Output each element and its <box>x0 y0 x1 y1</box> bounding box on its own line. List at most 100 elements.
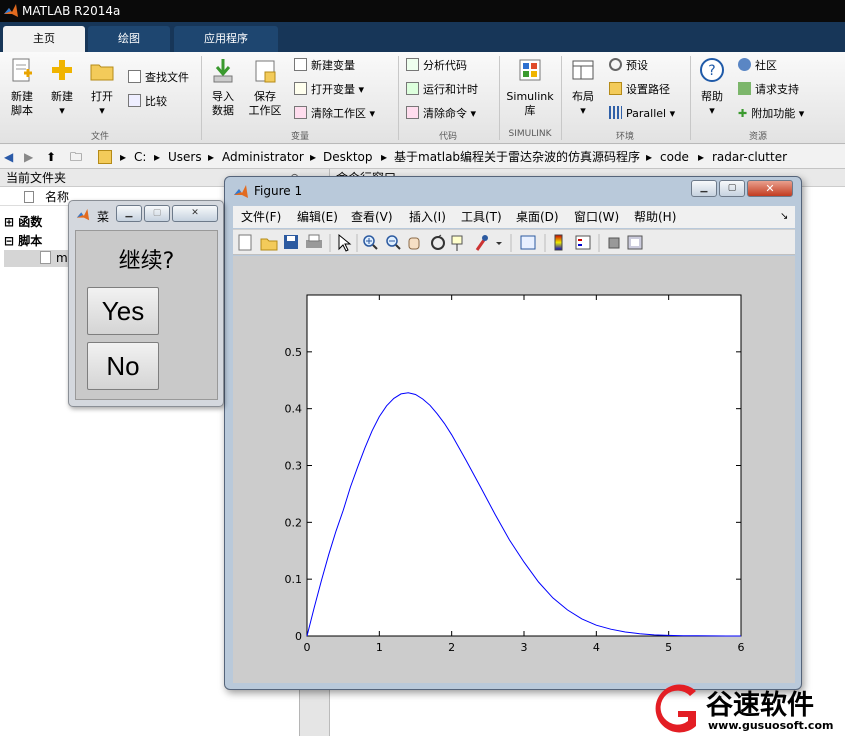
legend-icon[interactable] <box>575 235 591 250</box>
request-support-button[interactable]: 请求支持 <box>738 82 799 98</box>
zoom-out-icon[interactable] <box>386 235 401 250</box>
colorbar-icon[interactable] <box>554 234 563 251</box>
link-plot-icon[interactable] <box>520 235 536 250</box>
figure-menu-bar: 文件(F) 编辑(E) 查看(V) 插入(I) 工具(T) 桌面(D) 窗口(W… <box>233 206 795 228</box>
hide-plot-tools-icon[interactable] <box>608 237 620 249</box>
back-arrow-icon[interactable]: ◀ <box>4 145 13 169</box>
y-tick-label: 0.2 <box>285 516 303 529</box>
find-files-button[interactable]: 查找文件 <box>128 70 189 86</box>
request-support-label: 请求支持 <box>755 83 799 96</box>
plus-icon <box>52 60 72 80</box>
dialog-minimize-button[interactable]: ▁ <box>116 205 142 222</box>
axes-box <box>306 294 742 637</box>
maximize-button[interactable]: ▢ <box>719 180 745 197</box>
data-cursor-icon[interactable] <box>451 235 463 251</box>
save-label-2: 工作区 <box>248 104 282 117</box>
new-script-button[interactable]: 新建 脚本 <box>4 56 40 118</box>
help-icon: ? <box>700 58 724 82</box>
name-column-header[interactable]: 名称 <box>45 188 69 206</box>
set-path-button[interactable]: 设置路径 <box>609 82 670 98</box>
open-variable-button[interactable]: 打开变量 ▾ <box>294 82 364 98</box>
menu-desktop[interactable]: 桌面(D) <box>516 206 559 228</box>
tab-home[interactable]: 主页 <box>3 26 85 52</box>
breadcrumb-item[interactable]: Administrator <box>222 145 304 169</box>
compare-button[interactable]: 比较 <box>128 94 167 110</box>
community-button[interactable]: 社区 <box>738 58 777 74</box>
yes-button[interactable]: Yes <box>87 287 159 335</box>
figure-window: Figure 1 ▁ ▢ ✕ 文件(F) 编辑(E) 查看(V) 插入(I) 工… <box>224 176 802 690</box>
breadcrumb-item[interactable]: 基于matlab编程关于雷达杂波的仿真源码程序 <box>394 145 640 169</box>
breadcrumb-item[interactable]: Users <box>168 145 202 169</box>
minimize-button[interactable]: ▁ <box>691 180 717 197</box>
preferences-button[interactable]: 预设 <box>609 58 648 74</box>
browse-folder-icon[interactable]: 🗀 <box>70 145 82 169</box>
forward-arrow-icon[interactable]: ▶ <box>24 145 33 169</box>
ribbon-divider <box>201 56 202 140</box>
menu-edit[interactable]: 编辑(E) <box>297 206 338 228</box>
print-icon[interactable] <box>306 234 322 248</box>
pointer-icon[interactable] <box>338 233 352 252</box>
find-files-icon <box>128 70 141 83</box>
open-file-icon[interactable] <box>260 238 278 251</box>
group-scripts-label: 脚本 <box>18 234 43 248</box>
menu-tools[interactable]: 工具(T) <box>461 206 502 228</box>
new-figure-icon[interactable] <box>238 234 252 251</box>
simulink-library-button[interactable]: Simulink 库 <box>503 56 557 118</box>
menu-help[interactable]: 帮助(H) <box>634 206 676 228</box>
add-ons-button[interactable]: ✚ 附加功能 ▾ <box>738 106 804 122</box>
watermark-brand: 谷速软件 <box>706 690 814 721</box>
breadcrumb-item[interactable]: C: <box>134 145 146 169</box>
layout-dropdown-icon: ▾ <box>580 104 586 117</box>
zoom-in-icon[interactable] <box>363 235 378 250</box>
new-variable-button[interactable]: 新建变量 <box>294 58 355 74</box>
group-scripts[interactable]: ⊟ 脚本 <box>4 232 42 249</box>
menu-insert[interactable]: 插入(I) <box>409 206 446 228</box>
help-button[interactable]: ? 帮助 ▾ <box>694 56 730 118</box>
tab-apps[interactable]: 应用程序 <box>174 26 278 52</box>
analyze-code-button[interactable]: 分析代码 <box>406 58 467 74</box>
run-and-time-button[interactable]: 运行和计时 <box>406 82 478 98</box>
menu-file[interactable]: 文件(F) <box>241 206 281 228</box>
group-functions[interactable]: ⊞ 函数 <box>4 213 42 230</box>
expand-icon[interactable]: ⊞ <box>4 215 14 229</box>
clear-commands-button[interactable]: 清除命令 ▾ <box>406 106 476 122</box>
parallel-button[interactable]: Parallel ▾ <box>609 106 675 122</box>
menu-dock-arrow-icon[interactable]: ↘ <box>780 206 788 228</box>
import-data-button[interactable]: 导入 数据 <box>205 56 241 118</box>
save-workspace-button[interactable]: 保存 工作区 <box>244 56 286 118</box>
tab-plots[interactable]: 绘图 <box>88 26 170 52</box>
close-button[interactable]: ✕ <box>747 180 793 197</box>
ribbon-tab-bar: 主页 绘图 应用程序 <box>0 22 845 52</box>
dialog-body: 继续? Yes No <box>75 230 218 400</box>
ribbon-divider <box>561 56 562 140</box>
dialog-close-button[interactable]: ✕ <box>172 205 218 222</box>
save-icon[interactable] <box>284 235 298 249</box>
rotate-3d-icon[interactable] <box>431 234 445 250</box>
y-tick-label: 0 <box>295 630 302 643</box>
y-tick-label: 0.5 <box>285 346 303 359</box>
breadcrumb-item[interactable]: radar-clutter <box>712 145 787 169</box>
pan-hand-icon[interactable] <box>408 237 420 250</box>
menu-window[interactable]: 窗口(W) <box>574 206 619 228</box>
open-button[interactable]: 打开 ▾ <box>84 56 120 118</box>
brush-icon[interactable] <box>475 235 502 251</box>
new-button[interactable]: 新建 ▾ <box>44 56 80 118</box>
dialog-maximize-button[interactable]: ▢ <box>144 205 170 222</box>
new-dropdown-icon: ▾ <box>59 104 65 117</box>
import-icon <box>213 59 233 83</box>
breadcrumb-item[interactable]: code <box>660 145 689 169</box>
collapse-icon[interactable]: ⊟ <box>4 234 14 248</box>
code-group-label: 代码 <box>438 132 457 142</box>
watermark-url: www.gusuosoft.com <box>708 719 834 732</box>
show-plot-tools-icon[interactable] <box>627 235 643 250</box>
breadcrumb-item[interactable]: Desktop <box>323 145 373 169</box>
layout-button[interactable]: 布局 ▾ <box>565 56 601 118</box>
up-folder-icon[interactable]: ⬆ <box>46 145 56 169</box>
clear-workspace-button[interactable]: 清除工作区 ▾ <box>294 106 375 122</box>
help-label: 帮助 <box>701 90 723 103</box>
matlab-logo-icon <box>76 208 90 221</box>
new-variable-icon <box>294 58 307 71</box>
folder-icon <box>98 150 112 164</box>
no-button[interactable]: No <box>87 342 159 390</box>
menu-view[interactable]: 查看(V) <box>351 206 393 228</box>
